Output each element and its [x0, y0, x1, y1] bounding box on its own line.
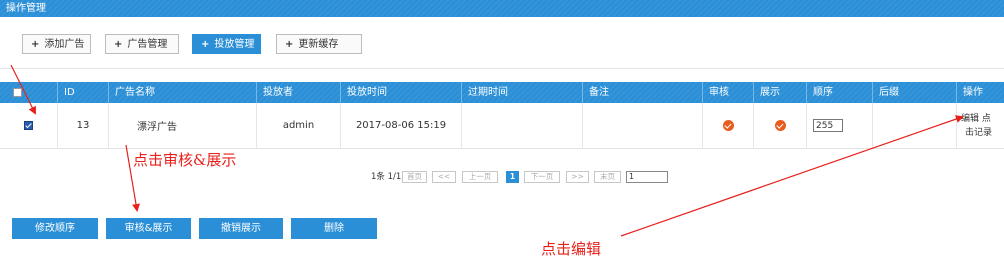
approve-display-button[interactable]: 审核&展示 — [106, 218, 191, 239]
row-id: 13 — [58, 103, 109, 148]
pager-current-page[interactable]: 1 — [506, 171, 519, 183]
column-header-start-time[interactable]: 投放时间 — [341, 82, 462, 103]
row-checkbox[interactable] — [24, 121, 33, 130]
ad-manage-button[interactable]: + 广告管理 — [105, 34, 179, 54]
column-header-approve[interactable]: 审核 — [703, 82, 754, 103]
edit-link[interactable]: 编辑 点 — [961, 112, 992, 126]
row-start-time: 2017-08-06 15:19 — [341, 103, 462, 148]
column-header-display[interactable]: 展示 — [754, 82, 807, 103]
revoke-display-button[interactable]: 撤销展示 — [199, 218, 283, 239]
plus-icon: + — [285, 39, 294, 50]
column-header-order[interactable]: 顺序 — [807, 82, 873, 103]
row-select-cell — [0, 103, 58, 148]
table-header: ID 广告名称 投放者 投放时间 过期时间 备注 审核 展示 顺序 后缀 操作 — [0, 82, 1004, 103]
ad-manage-label: 广告管理 — [127, 39, 168, 50]
page-title: 操作管理 — [6, 3, 46, 14]
select-all-checkbox[interactable] — [13, 87, 22, 97]
row-note — [583, 103, 703, 148]
table-row: 13 漂浮广告 admin 2017-08-06 15:19 255 编辑 点 … — [0, 103, 1004, 149]
update-cache-label: 更新缓存 — [298, 39, 339, 50]
row-ad-name: 漂浮广告 — [109, 103, 257, 148]
column-header-id[interactable]: ID — [58, 82, 109, 103]
pager-prev[interactable]: 上一页 — [462, 171, 498, 183]
pager-prev-double[interactable]: << — [432, 171, 456, 183]
pager-last[interactable]: 末页 — [594, 171, 621, 183]
order-input[interactable]: 255 — [813, 119, 843, 132]
plus-icon: + — [201, 39, 210, 50]
annotation-click-edit: 点击编辑 — [541, 240, 602, 258]
row-approve-cell — [703, 103, 754, 148]
annotation-click-approve: 点击审核&展示 — [133, 151, 237, 169]
pager-first[interactable]: 首页 — [402, 171, 427, 183]
deliver-manage-button[interactable]: + 投放管理 — [192, 34, 261, 54]
row-order-cell: 255 — [807, 103, 873, 148]
add-ad-label: 添加广告 — [44, 39, 85, 50]
column-header-name[interactable]: 广告名称 — [109, 82, 257, 103]
plus-icon: + — [31, 39, 40, 50]
delete-button[interactable]: 删除 — [291, 218, 377, 239]
modify-order-button[interactable]: 修改顺序 — [12, 218, 98, 239]
row-expire-time — [462, 103, 583, 148]
pager-next-double[interactable]: >> — [566, 171, 589, 183]
top-header-bar: 操作管理 — [0, 0, 1004, 17]
select-all-cell — [0, 82, 58, 103]
row-suffix — [873, 103, 957, 148]
row-publisher: admin — [257, 103, 341, 148]
deliver-manage-label: 投放管理 — [214, 39, 255, 50]
click-record-link[interactable]: 击记录 — [961, 126, 992, 140]
add-ad-button[interactable]: + 添加广告 — [22, 34, 91, 54]
page-jump-input[interactable]: 1 — [626, 171, 668, 183]
column-header-expire-time[interactable]: 过期时间 — [462, 82, 583, 103]
displayed-check-icon[interactable] — [774, 120, 786, 131]
toolbar: + 添加广告 + 广告管理 + 投放管理 + 更新缓存 — [0, 17, 1004, 69]
row-actions-cell: 编辑 点 击记录 — [957, 103, 1004, 148]
row-display-cell — [754, 103, 807, 148]
column-header-actions[interactable]: 操作 — [957, 82, 1004, 103]
pager-next[interactable]: 下一页 — [524, 171, 560, 183]
column-header-note[interactable]: 备注 — [583, 82, 703, 103]
update-cache-button[interactable]: + 更新缓存 — [276, 34, 362, 54]
column-header-publisher[interactable]: 投放者 — [257, 82, 341, 103]
approved-check-icon[interactable] — [722, 120, 734, 131]
plus-icon: + — [114, 39, 123, 50]
column-header-suffix[interactable]: 后缀 — [873, 82, 957, 103]
